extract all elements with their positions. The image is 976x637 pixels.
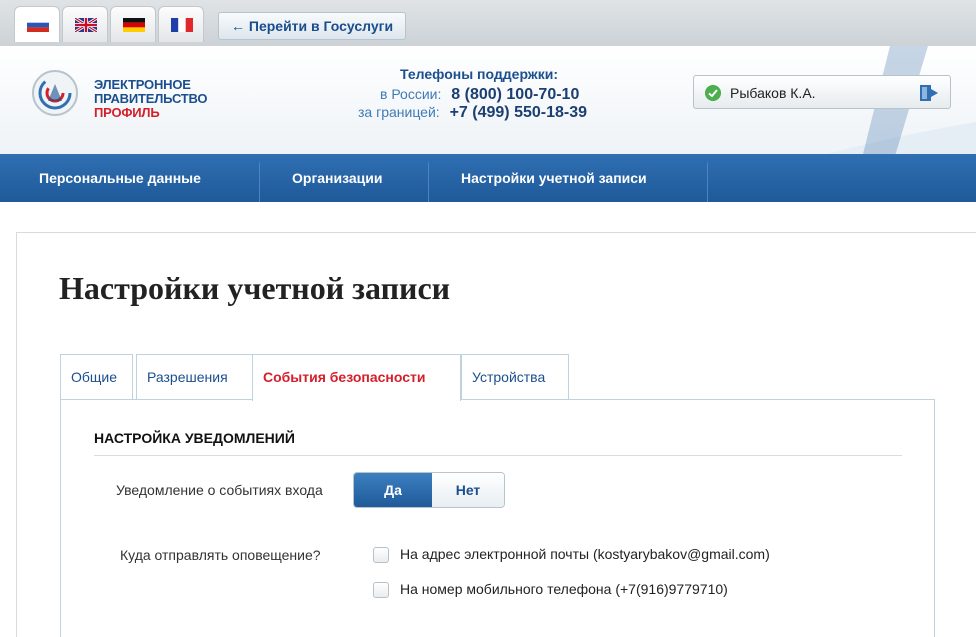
toggle-yes-button[interactable]: Да: [354, 473, 432, 507]
login-events-toggle: Да Нет: [353, 472, 505, 508]
toggle-no-button[interactable]: Нет: [432, 473, 504, 507]
russia-label: в России:: [380, 86, 442, 102]
uk-flag-icon: [75, 18, 97, 32]
tab-general[interactable]: Общие: [60, 354, 133, 400]
user-name: Рыбаков К.А.: [730, 85, 816, 101]
abroad-phone: +7 (499) 550-18-39: [449, 104, 588, 121]
russia-phone: 8 (800) 100-70-10: [451, 86, 580, 103]
e-government-logo-icon: [32, 70, 78, 116]
flag-fr-button[interactable]: [158, 6, 204, 42]
tab-devices[interactable]: Устройства: [461, 354, 569, 400]
nav-item-personal-data[interactable]: Персональные данные: [39, 154, 201, 202]
nav-item-account-settings[interactable]: Настройки учетной записи: [461, 154, 647, 202]
user-box[interactable]: Рыбаков К.А.: [693, 75, 951, 109]
abroad-label: за границей:: [358, 104, 440, 120]
send-where-label: Куда отправлять оповещение?: [120, 547, 321, 563]
tab-security-events[interactable]: События безопасности: [252, 354, 461, 401]
section-divider: [94, 455, 902, 456]
email-checkbox[interactable]: [373, 547, 389, 563]
phone-checkbox[interactable]: [373, 582, 389, 598]
gosuslugi-link-button[interactable]: ← Перейти в Госуслуги: [218, 12, 407, 40]
germany-flag-icon: [123, 18, 145, 32]
logo-text: ЭЛЕКТРОННОЕ ПРАВИТЕЛЬСТВО ПРОФИЛЬ: [94, 77, 208, 120]
top-bar: ← Перейти в Госуслуги: [0, 0, 976, 46]
flag-de-button[interactable]: [110, 6, 156, 42]
email-option-label: На адрес электронной почты (kostyarybako…: [400, 546, 770, 562]
phone-option-label: На номер мобильного телефона (+7(916)977…: [400, 581, 728, 597]
france-flag-icon: [171, 18, 193, 32]
support-title: Телефоны поддержки:: [400, 66, 559, 82]
header: ЭЛЕКТРОННОЕ ПРАВИТЕЛЬСТВО ПРОФИЛЬ Телефо…: [0, 46, 976, 154]
logo-line-3: ПРОФИЛЬ: [94, 105, 160, 120]
logo-line-1: ЭЛЕКТРОННОЕ: [94, 77, 191, 92]
flag-en-button[interactable]: [62, 6, 108, 42]
page-title: Настройки учетной записи: [59, 270, 451, 306]
logout-icon[interactable]: [918, 83, 940, 103]
login-events-label: Уведомление о событиях входа: [116, 482, 323, 498]
section-title: НАСТРОЙКА УВЕДОМЛЕНИЙ: [94, 430, 295, 446]
main-nav: Персональные данные Организации Настройк…: [0, 154, 976, 202]
nav-item-organizations[interactable]: Организации: [292, 154, 383, 202]
russia-flag-icon: [27, 18, 49, 32]
logo-line-2: ПРАВИТЕЛЬСТВО: [94, 91, 208, 106]
flag-ru-button[interactable]: [14, 6, 60, 42]
checkmark-icon: [705, 85, 721, 101]
